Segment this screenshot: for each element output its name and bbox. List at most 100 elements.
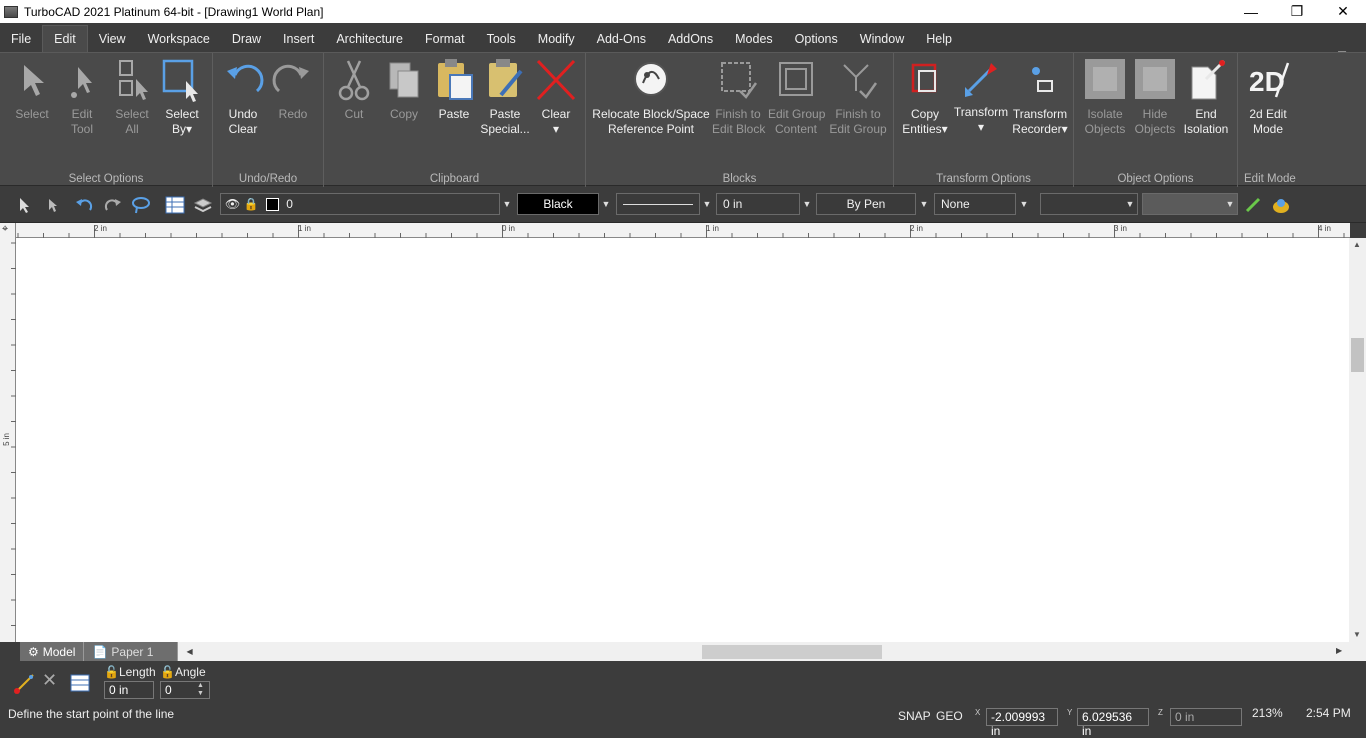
app-icon[interactable] (4, 5, 18, 18)
layer-select[interactable]: 👁 🔒 0 (220, 193, 500, 215)
redo-icon[interactable] (103, 195, 123, 215)
finish-edit-group-icon (843, 64, 878, 99)
geo-toggle[interactable]: GEO (936, 709, 963, 723)
close-icon[interactable]: ✕ (1320, 0, 1366, 23)
copy-entities-button[interactable]: Copy Entities▾ (898, 57, 952, 137)
properties-table-icon[interactable] (70, 673, 90, 693)
select-by-button[interactable]: Select By▾ (158, 57, 206, 137)
menu-architecture[interactable]: Architecture (325, 25, 414, 52)
angle-spinner[interactable]: ▲ ▼ (197, 682, 204, 698)
edit-tool-icon (71, 67, 92, 98)
x-coordinate-field[interactable]: -2.009993 in (986, 708, 1058, 738)
transform-recorder-button[interactable]: Transform Recorder▾ (1010, 57, 1070, 137)
z-coordinate-field[interactable]: 0 in (1170, 708, 1242, 726)
paper-icon: 📄 (92, 644, 108, 659)
relocate-block-button[interactable]: Relocate Block/Space Reference Point (590, 57, 712, 137)
menu-addons[interactable]: AddOns (657, 25, 724, 52)
menu-edit[interactable]: Edit (42, 25, 88, 52)
menu-options[interactable]: Options (784, 25, 849, 52)
y-coordinate-field[interactable]: 6.029536 in (1077, 708, 1149, 738)
menu-window[interactable]: Window (849, 25, 915, 52)
menu-draw[interactable]: Draw (221, 25, 272, 52)
menu-modify[interactable]: Modify (527, 25, 586, 52)
drawing-canvas[interactable] (16, 238, 1349, 642)
properties-table-icon[interactable] (165, 195, 185, 215)
scrollbar-thumb[interactable] (702, 645, 882, 659)
pattern-select[interactable]: None (934, 193, 1016, 215)
zoom-level[interactable]: 213% (1252, 706, 1283, 720)
transform-recorder-icon (1032, 67, 1053, 92)
line-style-select[interactable] (616, 193, 700, 215)
chevron-down-icon[interactable]: ▼ (700, 193, 714, 215)
color-select[interactable]: Black (517, 193, 599, 215)
menu-add-ons[interactable]: Add-Ons (586, 25, 657, 52)
edit-tool-icon[interactable] (42, 195, 62, 215)
minimize-icon[interactable]: — (1228, 0, 1274, 23)
chevron-down-icon[interactable]: ▼ (917, 193, 931, 215)
pen-select[interactable]: By Pen (816, 193, 916, 215)
lock-icon[interactable]: 🔓 (104, 665, 119, 679)
menu-modes[interactable]: Modes (724, 25, 784, 52)
undo-icon[interactable] (74, 195, 94, 215)
tab-paper-1[interactable]: 📄 Paper 1 (84, 642, 179, 661)
chevron-down-icon[interactable]: ▼ (1017, 193, 1031, 215)
chevron-down-icon[interactable]: ▼ (1223, 193, 1237, 215)
lock-icon[interactable]: 🔓 (160, 665, 175, 679)
vertical-scrollbar[interactable]: ▲ ▼ (1349, 238, 1366, 642)
menu-workspace[interactable]: Workspace (137, 25, 221, 52)
scroll-right-icon[interactable]: ▶ (1336, 646, 1342, 655)
menu-tools[interactable]: Tools (476, 25, 527, 52)
tab-model[interactable]: ⚙ Model (20, 642, 85, 661)
cancel-icon[interactable]: ✕ (42, 670, 57, 691)
undo-button[interactable]: Undo Clear (219, 57, 267, 137)
edit-tool-button[interactable]: Edit Tool (58, 57, 106, 137)
chevron-down-icon[interactable]: ▼ (800, 193, 814, 215)
scroll-up-icon[interactable]: ▲ (1353, 240, 1361, 249)
scroll-down-icon[interactable]: ▼ (1353, 630, 1361, 639)
lock-icon[interactable]: 🔒 (244, 197, 259, 211)
select-all-button[interactable]: Select All (108, 57, 156, 137)
redo-button[interactable]: Redo (269, 57, 317, 122)
length-input[interactable]: 0 in (104, 681, 154, 699)
menu-insert[interactable]: Insert (272, 25, 325, 52)
paste-button[interactable]: Paste (430, 57, 478, 122)
ruler-label: 0 in (502, 224, 515, 233)
menu-file[interactable]: File (0, 25, 42, 52)
edit-group-content-button[interactable]: Edit Group Content (768, 57, 825, 137)
group-undo-redo: Undo Clear Redo Undo/Redo (213, 53, 324, 187)
group-transform-options: Copy Entities▾ Transform ▾ Transform Rec… (894, 53, 1074, 187)
select-button[interactable]: Select (8, 57, 56, 122)
visibility-eye-icon[interactable]: 👁 (225, 197, 240, 211)
cut-button[interactable]: Cut (330, 57, 378, 122)
scissors-icon (338, 60, 370, 101)
select-all-icon (119, 60, 148, 100)
line-tool-icon[interactable] (12, 672, 36, 696)
render-teapot-icon[interactable] (1271, 195, 1291, 215)
finish-edit-block-button[interactable]: Finish to Edit Block (712, 57, 765, 137)
paste-special-button[interactable]: Paste Special... (480, 57, 530, 137)
lasso-select-icon[interactable] (131, 195, 151, 215)
select-arrow-icon[interactable] (14, 195, 34, 215)
edit-mode-2d-button[interactable]: 2D 2d Edit Mode (1242, 57, 1294, 137)
hide-objects-button[interactable]: Hide Objects (1130, 57, 1180, 137)
end-isolation-button[interactable]: End Isolation (1180, 57, 1232, 137)
chevron-down-icon[interactable]: ▼ (1123, 193, 1137, 215)
snap-toggle[interactable]: SNAP (898, 709, 931, 723)
isolate-objects-button[interactable]: Isolate Objects (1080, 57, 1130, 137)
chevron-down-icon[interactable]: ▼ (500, 193, 514, 215)
transform-icon (965, 63, 997, 97)
copy-button[interactable]: Copy (380, 57, 428, 122)
menu-format[interactable]: Format (414, 25, 476, 52)
scrollbar-thumb[interactable] (1351, 338, 1364, 372)
scroll-left-icon[interactable]: ◀ (186, 647, 192, 656)
layers-icon[interactable] (193, 195, 213, 215)
restore-icon[interactable]: ❐ (1274, 0, 1320, 23)
transform-button[interactable]: Transform ▾ (952, 57, 1010, 135)
chevron-down-icon[interactable]: ▼ (599, 193, 613, 215)
finish-edit-group-button[interactable]: Finish to Edit Group (828, 57, 888, 137)
line-width-select[interactable]: 0 in (716, 193, 800, 215)
menu-help[interactable]: Help (915, 25, 963, 52)
brush-icon[interactable] (1243, 195, 1263, 215)
menu-view[interactable]: View (88, 25, 137, 52)
clear-button[interactable]: Clear ▾ (532, 57, 580, 137)
